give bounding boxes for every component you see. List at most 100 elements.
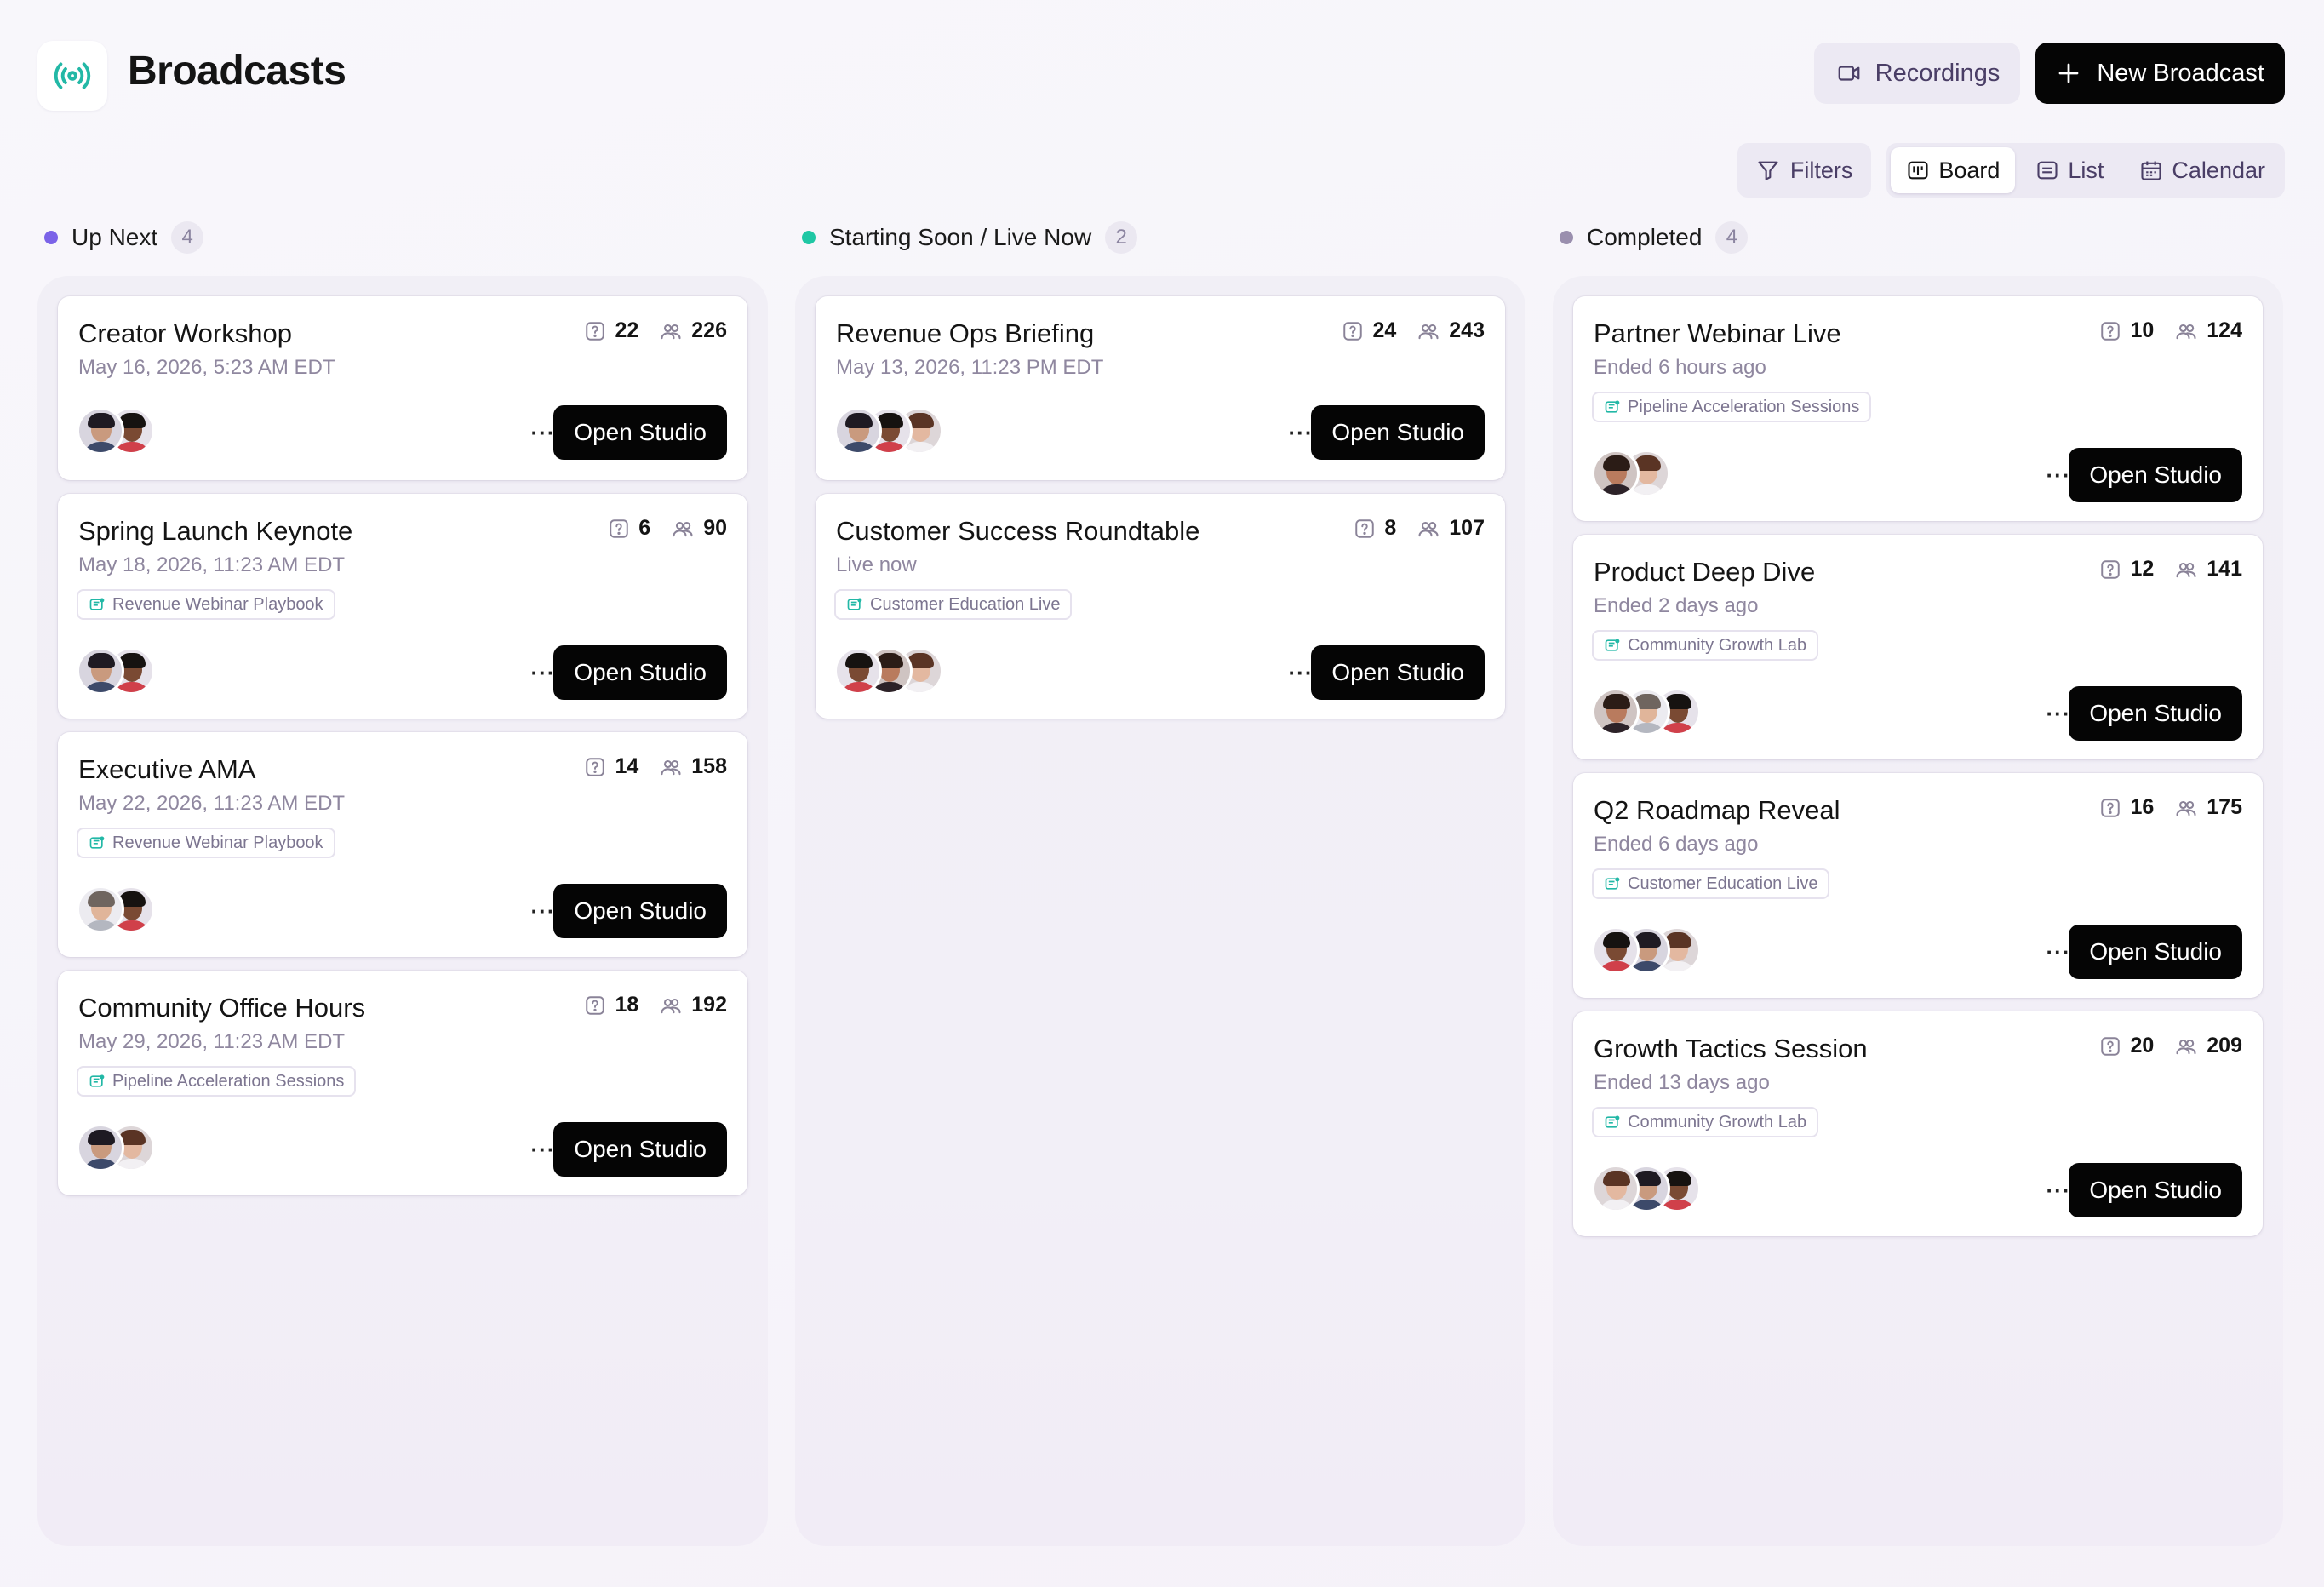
attendees-icon — [2176, 1039, 2196, 1054]
open-studio-button[interactable]: Open Studio — [553, 645, 727, 700]
video-icon — [1838, 66, 1860, 81]
questions-stat: 24 — [1342, 318, 1396, 343]
card-title: Customer Success Roundtable — [836, 516, 1200, 546]
questions-count: 22 — [615, 318, 639, 342]
broadcast-card[interactable]: Executive AMA May 22, 2026, 11:23 AM EDT … — [58, 732, 747, 957]
avatar[interactable] — [1592, 1165, 1640, 1212]
series-tag-label: Pipeline Acceleration Sessions — [1628, 397, 1860, 416]
card-stats: 22 226 — [584, 318, 727, 343]
broadcast-card[interactable]: Partner Webinar Live Ended 6 hours ago 10… — [1573, 296, 2263, 521]
open-studio-button[interactable]: Open Studio — [1311, 645, 1485, 700]
card-title: Q2 Roadmap Reveal — [1594, 795, 1840, 825]
avatar[interactable] — [77, 1124, 124, 1172]
open-studio-label: Open Studio — [574, 419, 707, 445]
avatar[interactable] — [834, 647, 882, 695]
open-studio-button[interactable]: Open Studio — [1311, 405, 1485, 460]
series-tag[interactable]: Customer Education Live — [834, 589, 1073, 620]
questions-stat: 10 — [2099, 318, 2154, 343]
attendees-count: 124 — [2207, 318, 2242, 342]
broadcast-card[interactable]: Product Deep Dive Ended 2 days ago 12 141… — [1573, 535, 2263, 759]
column-completed: Partner Webinar Live Ended 6 hours ago 10… — [1553, 276, 2283, 1546]
series-tag-label: Community Growth Lab — [1628, 635, 1807, 655]
new-broadcast-button[interactable]: New Broadcast — [2035, 43, 2285, 104]
series-tag-label: Revenue Webinar Playbook — [112, 833, 323, 852]
open-studio-button[interactable]: Open Studio — [2069, 925, 2242, 979]
broadcast-card[interactable]: Q2 Roadmap Reveal Ended 6 days ago 16 175… — [1573, 773, 2263, 998]
series-tag[interactable]: Pipeline Acceleration Sessions — [77, 1066, 357, 1097]
attendees-stat: 107 — [1417, 516, 1485, 541]
avatar[interactable] — [1592, 450, 1640, 497]
more-icon: ··· — [530, 897, 556, 924]
question-icon — [2101, 798, 2121, 817]
question-icon — [610, 518, 629, 538]
column-count-badge: 4 — [1715, 221, 1749, 254]
series-tag-label: Revenue Webinar Playbook — [112, 594, 323, 614]
card-title: Partner Webinar Live — [1594, 318, 1841, 348]
open-studio-button[interactable]: Open Studio — [553, 1122, 727, 1177]
broadcast-card[interactable]: Revenue Ops Briefing May 13, 2026, 11:23 … — [816, 296, 1505, 480]
more-icon: ··· — [1288, 659, 1314, 685]
filters-label: Filters — [1789, 157, 1853, 183]
attendees-icon — [661, 998, 681, 1013]
attendees-count: 209 — [2207, 1034, 2242, 1057]
status-dot — [802, 231, 816, 244]
page-title: Broadcasts — [128, 49, 346, 94]
host-avatars — [77, 1124, 155, 1172]
attendees-stat: 124 — [2174, 318, 2242, 343]
open-studio-button[interactable]: Open Studio — [2069, 686, 2242, 741]
card-title: Growth Tactics Session — [1594, 1034, 1868, 1063]
question-icon — [1355, 518, 1375, 538]
open-studio-button[interactable]: Open Studio — [553, 405, 727, 460]
series-tag[interactable]: Pipeline Acceleration Sessions — [1592, 392, 1872, 422]
broadcast-card[interactable]: Spring Launch Keynote May 18, 2026, 11:23… — [58, 494, 747, 719]
series-icon — [1605, 400, 1620, 413]
open-studio-label: Open Studio — [574, 897, 707, 924]
broadcast-card[interactable]: Growth Tactics Session Ended 13 days ago … — [1573, 1011, 2263, 1236]
host-avatars — [77, 885, 155, 933]
attendees-stat: 90 — [671, 516, 727, 541]
broadcast-card[interactable]: Customer Success Roundtable Live now 8 10… — [816, 494, 1505, 719]
view-calendar-tab[interactable]: Calendar — [2124, 147, 2281, 193]
card-title: Executive AMA — [78, 754, 256, 784]
avatar[interactable] — [77, 407, 124, 455]
attendees-count: 107 — [1449, 516, 1485, 540]
series-icon — [1605, 877, 1620, 890]
open-studio-label: Open Studio — [574, 659, 707, 685]
card-title: Product Deep Dive — [1594, 557, 1816, 587]
series-tag[interactable]: Revenue Webinar Playbook — [77, 589, 335, 620]
series-icon — [89, 598, 105, 610]
questions-stat: 12 — [2099, 557, 2154, 582]
open-studio-label: Open Studio — [2089, 700, 2222, 726]
avatar[interactable] — [834, 407, 882, 455]
open-studio-button[interactable]: Open Studio — [2069, 448, 2242, 502]
series-tag[interactable]: Community Growth Lab — [1592, 1107, 1819, 1137]
attendees-icon — [2176, 800, 2196, 816]
questions-count: 24 — [1372, 318, 1397, 342]
question-icon — [1343, 321, 1363, 341]
open-studio-button[interactable]: Open Studio — [2069, 1163, 2242, 1217]
series-tag[interactable]: Customer Education Live — [1592, 868, 1830, 899]
broadcast-card[interactable]: Creator Workshop May 16, 2026, 5:23 AM ED… — [58, 296, 747, 480]
series-tag[interactable]: Community Growth Lab — [1592, 630, 1819, 661]
avatar[interactable] — [77, 885, 124, 933]
question-icon — [586, 757, 605, 776]
filters-button[interactable]: Filters — [1737, 143, 1872, 198]
recordings-button[interactable]: Recordings — [1813, 43, 2021, 104]
broadcast-card[interactable]: Community Office Hours May 29, 2026, 11:2… — [58, 971, 747, 1195]
view-list-tab[interactable]: List — [2020, 147, 2119, 193]
avatar[interactable] — [77, 647, 124, 695]
questions-stat: 8 — [1354, 516, 1396, 541]
avatar[interactable] — [1592, 926, 1640, 974]
questions-stat: 18 — [584, 993, 638, 1017]
view-switcher: Board List Calendar — [1886, 143, 2285, 198]
open-studio-button[interactable]: Open Studio — [553, 884, 727, 938]
questions-count: 10 — [2130, 318, 2155, 342]
questions-stat: 22 — [584, 318, 638, 343]
more-icon: ··· — [2046, 1177, 2071, 1203]
questions-count: 6 — [638, 516, 651, 540]
card-title: Revenue Ops Briefing — [836, 318, 1095, 348]
view-board-tab[interactable]: Board — [1891, 147, 2016, 193]
app-logo — [37, 41, 107, 111]
avatar[interactable] — [1592, 688, 1640, 736]
series-tag[interactable]: Revenue Webinar Playbook — [77, 828, 335, 858]
